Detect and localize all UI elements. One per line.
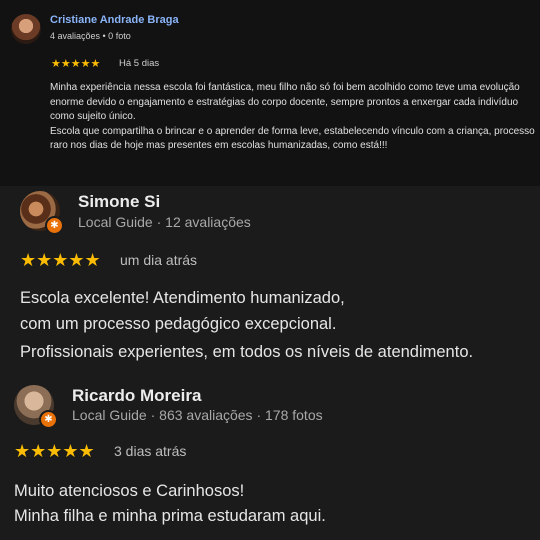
reviewer-avatar[interactable] [11, 14, 41, 44]
review-paragraph: Minha experiência nessa escola foi fantá… [50, 82, 520, 122]
review-date: Há 5 dias [119, 58, 160, 69]
review-text-line: Profissionais experientes, em todos os n… [20, 343, 474, 361]
review-text-line: Escola excelente! Atendimento humanizado… [20, 289, 345, 307]
review-card-1: Cristiane Andrade Braga 4 avaliações • 0… [0, 0, 540, 186]
review-text-line: com um processo pedagógico excepcional. [20, 315, 337, 333]
review-date: 3 dias atrás [114, 443, 187, 459]
star-rating: ★★★★★ [14, 441, 95, 461]
reviewer-meta: 4 avaliações • 0 foto [50, 31, 131, 41]
review-paragraph: Escola que compartilha o brincar e o apr… [50, 125, 535, 152]
reviewer-avatar[interactable]: ✱ [20, 191, 64, 235]
reviewer-name[interactable]: Cristiane Andrade Braga [50, 14, 179, 26]
review-date: um dia atrás [120, 252, 198, 268]
reviewer-meta: Local Guide · 863 avaliações · 178 fotos [72, 407, 323, 423]
reviewer-avatar[interactable]: ✱ [14, 385, 58, 429]
reviewer-meta: Local Guide · 12 avaliações [78, 214, 251, 230]
review-text: Minha experiência nessa escola foi fantá… [50, 81, 536, 154]
local-guide-badge-icon: ✱ [45, 216, 64, 235]
review-text-line: Muito atenciosos e Carinhosos! [14, 482, 245, 500]
star-rating: ★★★★★ [51, 58, 101, 70]
review-text-line: Minha filha e minha prima estudaram aqui… [14, 507, 326, 525]
reviewer-name[interactable]: Ricardo Moreira [72, 386, 201, 406]
star-rating: ★★★★★ [20, 250, 101, 270]
reviewer-name[interactable]: Simone Si [78, 192, 160, 212]
local-guide-badge-icon: ✱ [39, 410, 58, 429]
